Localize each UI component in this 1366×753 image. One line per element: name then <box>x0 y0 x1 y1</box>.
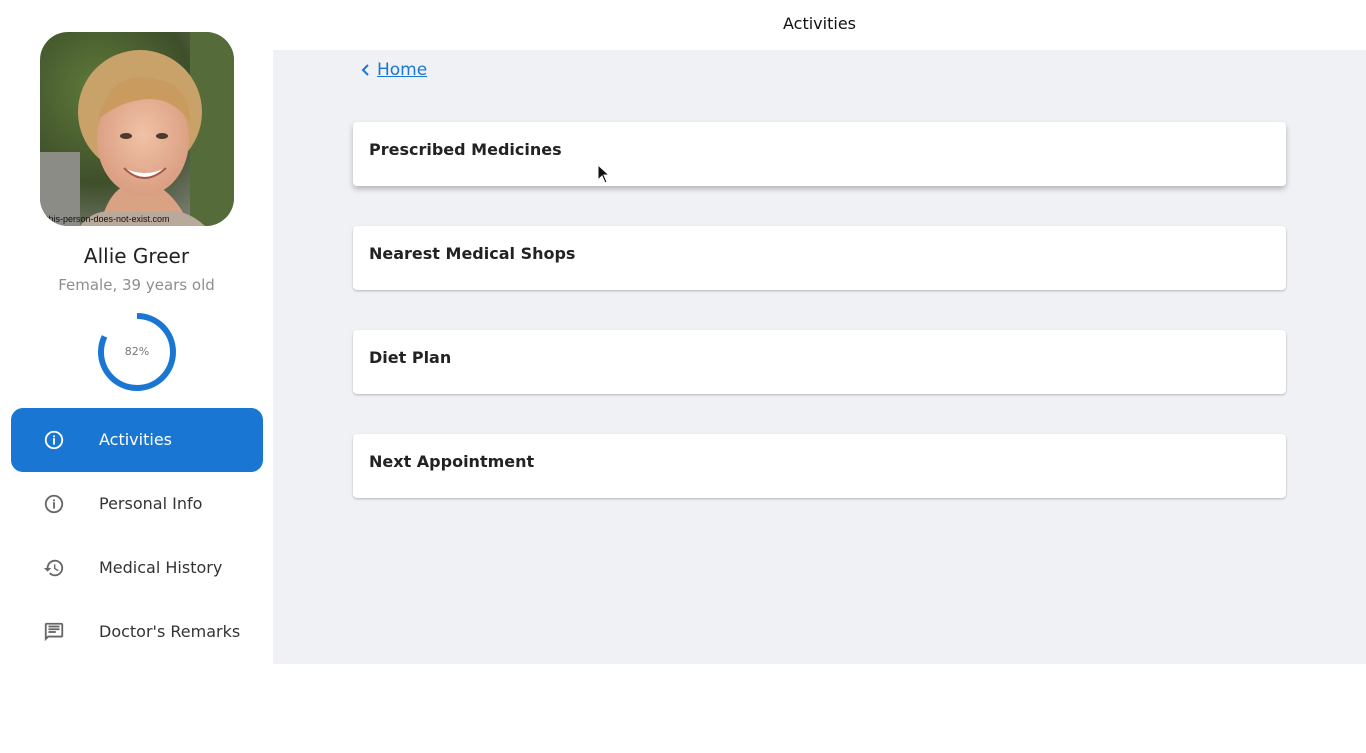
card-title: Next Appointment <box>369 452 535 471</box>
comment-icon <box>44 622 64 642</box>
sidebar-item-label: Medical History <box>99 558 223 577</box>
chevron-left-icon <box>361 64 369 76</box>
page-title: Activities <box>783 14 856 33</box>
sidebar-item-activities[interactable]: Activities <box>11 408 263 472</box>
profile-completion-ring: 82% <box>96 311 178 393</box>
card-prescribed-medicines[interactable]: Prescribed Medicines <box>353 122 1286 186</box>
sidebar-item-label: Activities <box>99 430 172 449</box>
info-icon <box>44 430 64 450</box>
sidebar-nav: Activities Personal Info Medical History <box>11 408 263 664</box>
main-content: Home Prescribed Medicines Nearest Medica… <box>273 50 1366 664</box>
sidebar-item-label: Personal Info <box>99 494 203 513</box>
card-diet-plan[interactable]: Diet Plan <box>353 330 1286 394</box>
profile-meta: Female, 39 years old <box>58 276 215 294</box>
sidebar-item-doctors-remarks[interactable]: Doctor's Remarks <box>11 600 263 664</box>
info-icon <box>44 494 64 514</box>
card-title: Diet Plan <box>369 348 452 367</box>
card-nearest-medical-shops[interactable]: Nearest Medical Shops <box>353 226 1286 290</box>
sidebar-item-medical-history[interactable]: Medical History <box>11 536 263 600</box>
breadcrumb: Home <box>359 60 427 80</box>
profile-photo <box>40 32 234 226</box>
avatar: this-person-does-not-exist.com <box>40 32 234 226</box>
sidebar-item-label: Doctor's Remarks <box>99 622 241 641</box>
card-title: Nearest Medical Shops <box>369 244 576 263</box>
history-icon <box>43 559 64 577</box>
card-title: Prescribed Medicines <box>369 140 562 159</box>
profile-name: Allie Greer <box>83 244 190 268</box>
home-link[interactable]: Home <box>377 60 427 80</box>
progress-label: 82% <box>124 345 150 358</box>
card-next-appointment[interactable]: Next Appointment <box>353 434 1286 498</box>
mouse-cursor-icon <box>597 164 611 184</box>
photo-caption: this-person-does-not-exist.com <box>46 214 170 224</box>
sidebar: this-person-does-not-exist.com Allie Gre… <box>0 0 273 664</box>
sidebar-item-personal-info[interactable]: Personal Info <box>11 472 263 536</box>
